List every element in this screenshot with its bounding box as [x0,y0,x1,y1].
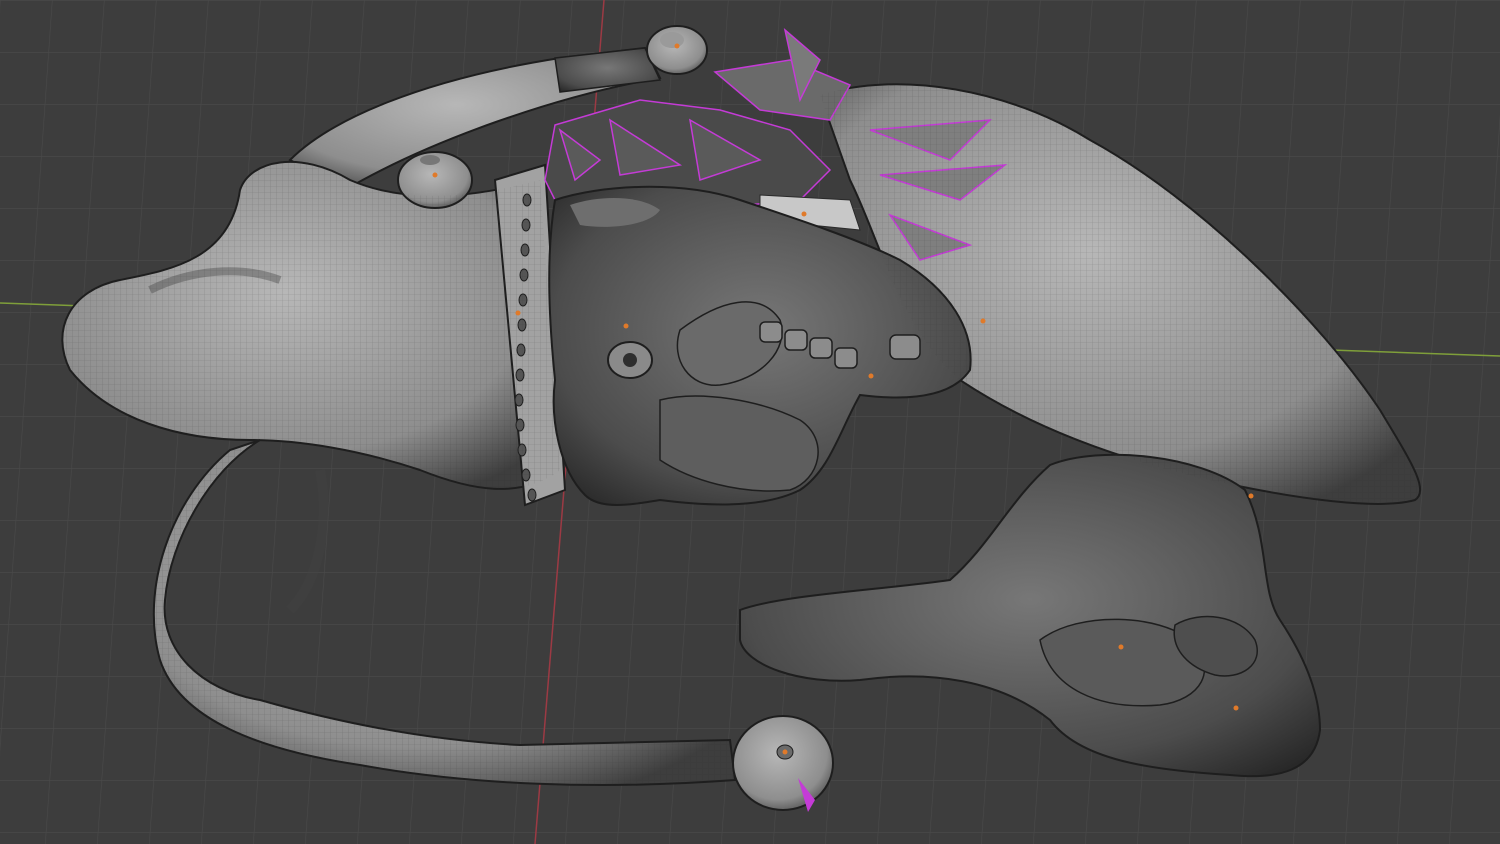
viewport-canvas[interactable] [0,0,1500,844]
pupil [623,353,637,367]
3d-viewport[interactable] [0,0,1500,844]
knob-bottom[interactable] [732,715,834,811]
knob-small-cap [420,155,440,165]
knob-top-cap [660,32,684,48]
